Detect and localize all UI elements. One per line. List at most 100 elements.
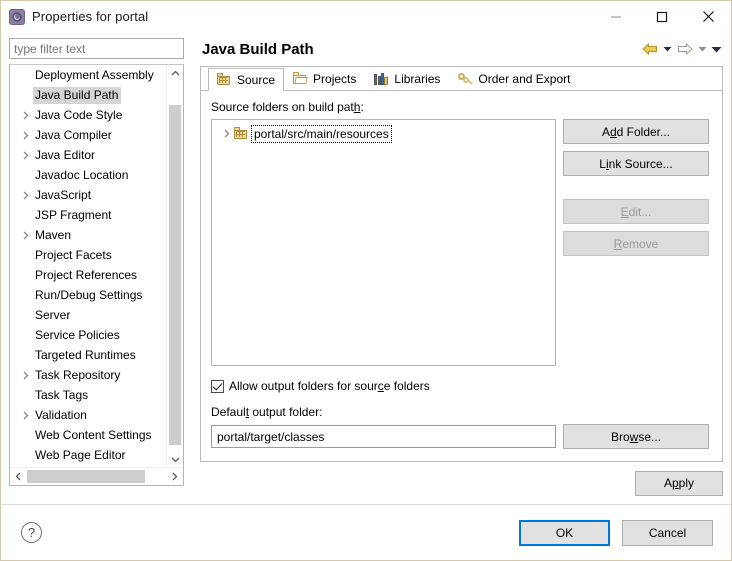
- edit-label-mnemonic: E: [620, 204, 629, 219]
- sidebar-item-java-editor[interactable]: Java Editor: [10, 145, 167, 165]
- page-header: Java Build Path: [192, 32, 731, 66]
- scrollbar-thumb-vertical[interactable]: [169, 105, 181, 445]
- sidebar-item-web-page-editor[interactable]: Web Page Editor: [10, 445, 167, 465]
- settings-tree: Deployment Assembly Java Build Path Java C…: [9, 64, 184, 486]
- sidebar-item-label: Run/Debug Settings: [35, 287, 143, 302]
- sidebar-item-maven[interactable]: Maven: [10, 225, 167, 245]
- source-folder-path[interactable]: portal/src/main/resources: [251, 124, 392, 143]
- sidebar-item-label: Java Build Path: [33, 86, 122, 104]
- allow-output-label-pre: Allow output folders for sour: [229, 379, 378, 393]
- chevron-right-icon[interactable]: [18, 191, 33, 200]
- default-output-input[interactable]: [211, 425, 556, 448]
- tab-source[interactable]: Source: [208, 68, 285, 91]
- back-menu-chevron-down-icon[interactable]: [661, 38, 674, 60]
- sidebar-item-label: Java Editor: [35, 147, 96, 162]
- sidebar-item-label: Service Policies: [35, 327, 120, 342]
- minimize-icon[interactable]: [593, 1, 639, 32]
- source-area: portal/src/main/resources Add Folder... …: [211, 119, 712, 366]
- chevron-down-icon[interactable]: [167, 451, 183, 468]
- forward-arrow-icon[interactable]: [675, 38, 695, 60]
- forward-menu-chevron-down-icon[interactable]: [696, 38, 709, 60]
- default-output-label: Default output folder:: [211, 405, 712, 419]
- chevron-right-icon[interactable]: [18, 411, 33, 420]
- tab-strip: Source Projects Libraries Order and Export: [201, 67, 722, 91]
- allow-output-label-post: e folders: [383, 379, 430, 393]
- sidebar-item-label: Task Repository: [35, 367, 121, 382]
- more-menu-chevron-down-icon[interactable]: [710, 38, 723, 60]
- sidebar-item-task-tags[interactable]: Task Tags: [10, 385, 167, 405]
- source-tab-content: Source folders on build path: portal/src…: [201, 91, 722, 461]
- sidebar-item-targeted-runtimes[interactable]: Targeted Runtimes: [10, 345, 167, 365]
- sidebar-item-project-facets[interactable]: Project Facets: [10, 245, 167, 265]
- apply-label-mnemonic: p: [671, 476, 679, 490]
- sidebar-item-jsp-fragment[interactable]: JSP Fragment: [10, 205, 167, 225]
- source-folders-label-colon: :: [360, 100, 364, 114]
- sidebar-item-task-repository[interactable]: Task Repository: [10, 365, 167, 385]
- add-folder-button[interactable]: Add Folder...: [563, 119, 709, 144]
- list-item[interactable]: portal/src/main/resources: [212, 124, 555, 143]
- chevron-right-icon[interactable]: [219, 129, 233, 138]
- tab-libraries[interactable]: Libraries: [365, 67, 449, 90]
- sidebar-item-label: Java Code Style: [35, 107, 123, 122]
- sidebar-item-java-build-path[interactable]: Java Build Path: [10, 85, 167, 105]
- sidebar-item-label: JSP Fragment: [35, 207, 112, 222]
- chevron-right-icon[interactable]: [18, 131, 33, 140]
- allow-output-folders-row[interactable]: Allow output folders for source folders: [211, 379, 712, 393]
- sidebar-item-run-debug-settings[interactable]: Run/Debug Settings: [10, 285, 167, 305]
- back-arrow-icon[interactable]: [640, 38, 660, 60]
- apply-row: Ap ply: [192, 462, 731, 504]
- chevron-right-icon[interactable]: [18, 371, 33, 380]
- chevron-right-icon[interactable]: [166, 468, 183, 485]
- scrollbar-thumb-horizontal[interactable]: [27, 470, 145, 483]
- chevron-left-icon[interactable]: [10, 468, 27, 485]
- source-folder-icon: [233, 126, 249, 142]
- sidebar-item-javascript[interactable]: JavaScript: [10, 185, 167, 205]
- browse-label-post: se...: [638, 429, 662, 444]
- tab-order-and-export[interactable]: Order and Export: [449, 67, 579, 90]
- order-export-keys-icon: [457, 71, 474, 87]
- sidebar-vertical-scrollbar[interactable]: [166, 65, 183, 468]
- sidebar-item-label: Javadoc Location: [35, 167, 129, 182]
- title-bar: Properties for portal: [1, 1, 731, 32]
- filter-input[interactable]: [9, 38, 184, 59]
- chevron-up-icon[interactable]: [167, 65, 183, 82]
- add-folder-label-post: d Folder...: [616, 124, 671, 139]
- sidebar-horizontal-scrollbar[interactable]: [10, 467, 183, 485]
- tab-label: Libraries: [394, 72, 441, 86]
- chevron-right-icon[interactable]: [18, 151, 33, 160]
- sidebar-item-service-policies[interactable]: Service Policies: [10, 325, 167, 345]
- chevron-right-icon[interactable]: [18, 111, 33, 120]
- page-navigation: [640, 32, 723, 66]
- sidebar-item-label: Project Facets: [35, 247, 112, 262]
- edit-label-post: dit...: [628, 204, 652, 219]
- sidebar-item-server[interactable]: Server: [10, 305, 167, 325]
- settings-tree-list: Deployment Assembly Java Build Path Java C…: [10, 65, 167, 468]
- browse-button[interactable]: Bro w se...: [563, 424, 709, 449]
- projects-folder-icon: [292, 71, 308, 87]
- scrollbar-track-horizontal[interactable]: [27, 468, 166, 485]
- tab-projects[interactable]: Projects: [284, 67, 365, 90]
- sidebar-item-validation[interactable]: Validation: [10, 405, 167, 425]
- sidebar-item-javadoc-location[interactable]: Javadoc Location: [10, 165, 167, 185]
- sidebar-item-web-content-settings[interactable]: Web Content Settings: [10, 425, 167, 445]
- dialog-footer: ? OK Cancel: [1, 505, 731, 560]
- chevron-right-icon[interactable]: [18, 231, 33, 240]
- help-icon[interactable]: ?: [21, 522, 42, 543]
- cancel-button[interactable]: Cancel: [622, 519, 713, 546]
- sidebar-item-label: Maven: [35, 227, 72, 242]
- sidebar-item-java-compiler[interactable]: Java Compiler: [10, 125, 167, 145]
- sidebar-item-java-code-style[interactable]: Java Code Style: [10, 105, 167, 125]
- sidebar-item-project-references[interactable]: Project References: [10, 265, 167, 285]
- add-folder-label-mnemonic: d: [609, 124, 617, 139]
- sidebar-item-deployment-assembly[interactable]: Deployment Assembly: [10, 65, 167, 85]
- browse-label-pre: Bro: [610, 429, 630, 444]
- allow-output-folders-checkbox[interactable]: [211, 379, 224, 393]
- sidebar-item-label: Targeted Runtimes: [35, 347, 136, 362]
- remove-button: Remove: [563, 231, 709, 256]
- source-folders-list[interactable]: portal/src/main/resources: [211, 119, 556, 366]
- close-icon[interactable]: [685, 1, 731, 32]
- apply-button[interactable]: Ap ply: [635, 470, 723, 496]
- link-source-button[interactable]: Li nk Source...: [563, 151, 709, 176]
- maximize-icon[interactable]: [639, 1, 685, 32]
- ok-button[interactable]: OK: [519, 519, 610, 546]
